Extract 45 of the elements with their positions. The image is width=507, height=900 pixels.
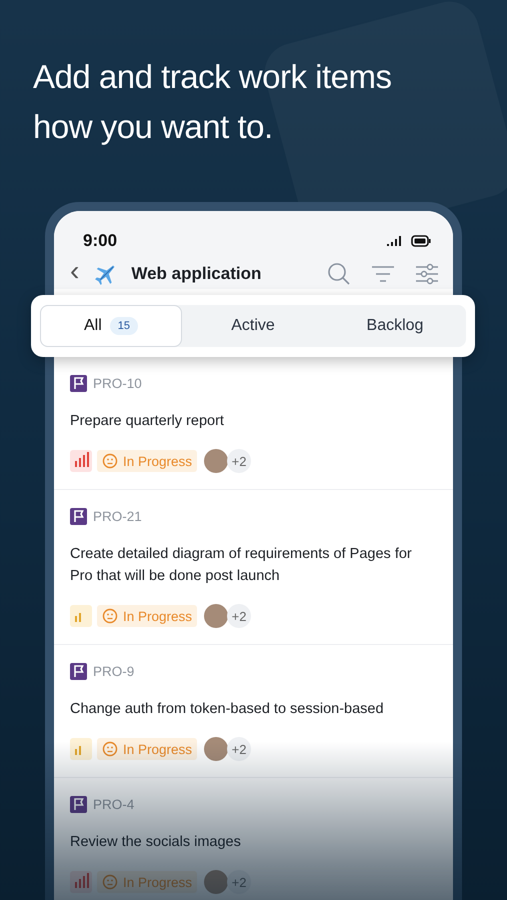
- count-badge: 15: [110, 317, 138, 335]
- settings-sliders-icon[interactable]: [415, 263, 439, 285]
- item-title[interactable]: Review the socials images: [70, 831, 437, 853]
- progress-icon: [102, 608, 118, 624]
- item-id: PRO-10: [93, 376, 142, 391]
- avatar: [204, 870, 228, 894]
- headline: Add and track work items how you want to.: [32, 57, 392, 147]
- flag-icon: [70, 508, 87, 525]
- tab[interactable]: Backlog: [324, 305, 466, 347]
- flag-icon: [70, 796, 87, 813]
- assignee-count: +2: [227, 449, 252, 473]
- item-title[interactable]: Create detailed diagram of requirements of Pages for Pro that will be done post launch: [70, 543, 437, 587]
- item-id: PRO-21: [93, 509, 142, 524]
- avatar: [204, 604, 228, 628]
- status-label: In Progress: [123, 608, 192, 624]
- tab[interactable]: All 15: [40, 305, 182, 347]
- search-icon[interactable]: [327, 262, 351, 286]
- item-title[interactable]: Change auth from token-based to session-based: [70, 698, 437, 720]
- item-id: PRO-4: [93, 797, 134, 812]
- progress-icon: [102, 741, 118, 757]
- item-title[interactable]: Prepare quarterly report: [70, 410, 437, 432]
- status-label: In Progress: [123, 874, 192, 890]
- assignee-count: +2: [227, 870, 252, 894]
- priority-icon: [70, 738, 92, 760]
- avatar: [204, 449, 228, 473]
- filter-icon[interactable]: [371, 264, 395, 284]
- priority-icon: [70, 871, 92, 893]
- flag-icon: [70, 375, 87, 392]
- project-title: Web application: [131, 264, 262, 284]
- priority-icon: [70, 450, 92, 472]
- back-button[interactable]: ‹: [70, 257, 88, 291]
- assignee-count: +2: [227, 604, 252, 628]
- status-time: 9:00: [83, 231, 118, 251]
- status-label: In Progress: [123, 454, 192, 468]
- progress-icon: [102, 453, 118, 469]
- battery-icon: [411, 235, 431, 247]
- avatar: [204, 737, 228, 761]
- flag-icon: [70, 663, 87, 680]
- item-id: PRO-9: [93, 664, 134, 679]
- progress-icon: [102, 874, 118, 890]
- status-label: In Progress: [123, 742, 192, 756]
- assignee-count: +2: [227, 737, 252, 761]
- tab[interactable]: Active: [182, 305, 324, 347]
- signal-icon: [386, 235, 403, 247]
- priority-icon: [70, 605, 92, 627]
